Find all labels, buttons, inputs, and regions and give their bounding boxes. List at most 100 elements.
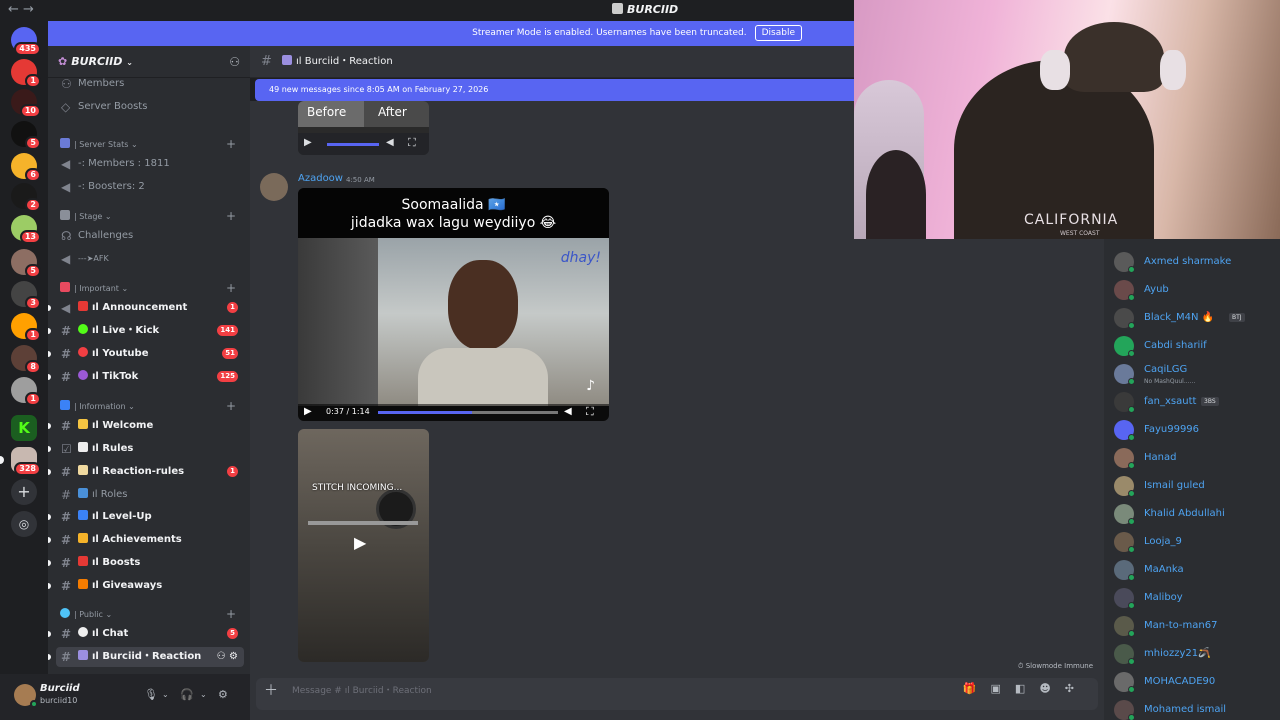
create-channel-icon[interactable]: +: [226, 399, 236, 413]
channel-level-up[interactable]: # ıl Level-Up: [48, 507, 244, 527]
microphone-icon[interactable]: 🎙: [144, 688, 158, 701]
channel-announcement[interactable]: ◀ ıl Announcement 1: [48, 298, 244, 318]
member-list-item[interactable]: mhiozzy21🪃: [1114, 644, 1280, 666]
play-icon[interactable]: ▶: [304, 406, 312, 417]
avatar[interactable]: [260, 173, 288, 201]
server-icon-3[interactable]: 5: [11, 121, 41, 150]
member-list-item[interactable]: CaqiLGG No MashQuul......: [1114, 364, 1280, 386]
channel-youtube[interactable]: # ıl Youtube 51: [48, 344, 244, 364]
stage-channel-challenges[interactable]: ☊ Challenges: [56, 226, 244, 246]
server-icon-11[interactable]: 1: [11, 377, 41, 406]
member-list-item[interactable]: fan_xsautt 3BS: [1114, 392, 1280, 414]
server-icon-5[interactable]: 2: [11, 183, 41, 212]
server-icon-8[interactable]: 3: [11, 281, 41, 310]
progress-track[interactable]: [378, 411, 558, 414]
play-icon[interactable]: ▶: [304, 137, 312, 148]
member-list-item[interactable]: Cabdi shariif: [1114, 336, 1280, 358]
create-channel-icon[interactable]: +: [226, 607, 236, 621]
member-list-item[interactable]: Ayub: [1114, 280, 1280, 302]
chevron-down-icon[interactable]: ⌄: [200, 690, 207, 699]
fullscreen-icon[interactable]: ⛶: [408, 136, 416, 150]
category-information[interactable]: | Information ⌄ +: [56, 399, 244, 414]
member-list-item[interactable]: Man-to-man67: [1114, 616, 1280, 638]
member-list-item[interactable]: Hanad: [1114, 448, 1280, 470]
server-icon-2[interactable]: 10: [11, 89, 41, 118]
discover-icon[interactable]: ◎: [11, 511, 37, 537]
emoji-icon[interactable]: ☻: [1039, 682, 1064, 695]
channel-burciid-reaction[interactable]: # ıl Burciid・Reaction ⚇ ⚙: [48, 647, 244, 667]
volume-icon[interactable]: ◀: [386, 137, 394, 148]
category-stage[interactable]: | Stage ⌄ +: [56, 209, 244, 224]
category-server-stats[interactable]: | Server Stats ⌄ +: [56, 137, 244, 152]
video-attachment-stitch[interactable]: STITCH INCOMING... ▶: [298, 429, 429, 662]
server-icon-current[interactable]: 328: [0, 447, 41, 476]
member-list-item[interactable]: Ismail guled: [1114, 476, 1280, 498]
server-badge: 328: [14, 462, 41, 476]
server-icon-7[interactable]: 5: [11, 249, 41, 278]
member-list-item[interactable]: Fayu99996: [1114, 420, 1280, 442]
member-list-item[interactable]: MaAnka: [1114, 560, 1280, 582]
channel-giveaways[interactable]: # ıl Giveaways: [48, 576, 244, 596]
fullscreen-icon[interactable]: ⛶: [586, 405, 594, 419]
member-list-item[interactable]: Axmed sharmake: [1114, 252, 1280, 274]
member-name: mhiozzy21🪃: [1144, 648, 1211, 659]
member-list-item[interactable]: Mohamed ismail: [1114, 700, 1280, 720]
chevron-down-icon[interactable]: ⌄: [162, 690, 169, 699]
server-icon-10[interactable]: 8: [11, 345, 41, 374]
member-list-item[interactable]: Maliboy: [1114, 588, 1280, 610]
channel-live-kick[interactable]: # ıl Live・Kick 141: [48, 321, 244, 341]
video-attachment-soomaalida[interactable]: Soomaalida 🇸🇴 jidadka wax lagu weydiiyo …: [298, 188, 609, 421]
attach-plus-icon[interactable]: ＋: [264, 680, 278, 700]
member-list-item[interactable]: Khalid Abdullahi: [1114, 504, 1280, 526]
user-settings-gear-icon[interactable]: ⚙: [218, 688, 228, 701]
member-list-item[interactable]: Black_M4N 🔥 BTJ: [1114, 308, 1280, 330]
server-icon-6[interactable]: 13: [11, 215, 41, 244]
channel-rules[interactable]: ☑ ıl Rules: [48, 439, 244, 459]
direct-messages-icon[interactable]: 435: [11, 27, 41, 56]
apps-icon[interactable]: ✣: [1065, 682, 1088, 695]
message-author[interactable]: Azadoow: [298, 173, 343, 184]
sidebar-item-server-boosts[interactable]: ◇ Server Boosts: [56, 97, 244, 117]
member-name: CaqiLGG: [1144, 364, 1188, 375]
channel-boosts[interactable]: # ıl Boosts: [48, 553, 244, 573]
sidebar-item-members[interactable]: ⚇ Members: [56, 74, 244, 94]
gif-icon[interactable]: ▣: [991, 682, 1015, 695]
create-channel-icon[interactable]: +: [226, 209, 236, 223]
channel-label: ıl Youtube: [92, 348, 149, 359]
voice-channel-afk[interactable]: ◀ ---➤AFK: [56, 249, 244, 269]
gift-icon[interactable]: 🎁: [963, 682, 991, 695]
shirt-text: CALIFORNIA: [1024, 212, 1119, 228]
sticker-icon[interactable]: ◧: [1015, 682, 1039, 695]
server-icon-4[interactable]: 6: [11, 153, 41, 182]
category-label: | Server Stats: [74, 140, 129, 149]
server-icon-1[interactable]: 1: [11, 59, 41, 88]
channel-achievements[interactable]: # ıl Achievements: [48, 530, 244, 550]
voice-channel-members[interactable]: ◀ -: Members : 1811: [56, 154, 244, 174]
voice-channel-boosters[interactable]: ◀ -: Boosters: 2: [56, 177, 244, 197]
category-important[interactable]: | Important ⌄ +: [56, 281, 244, 296]
member-list-item[interactable]: MOHACADE90: [1114, 672, 1280, 694]
kick-server-icon[interactable]: K: [11, 415, 37, 441]
channel-welcome[interactable]: # ıl Welcome: [48, 416, 244, 436]
create-channel-icon[interactable]: +: [226, 137, 236, 151]
message-input[interactable]: Message # ıl Burciid・Reaction: [292, 683, 432, 696]
channel-tiktok[interactable]: # ıl TikTok 125: [48, 367, 244, 387]
channel-settings-icon[interactable]: ⚇ ⚙: [217, 647, 238, 667]
progress-bar[interactable]: [327, 143, 379, 146]
new-messages-bar[interactable]: 49 new messages since 8:05 AM on Februar…: [255, 79, 854, 101]
channel-roles[interactable]: # ıl Roles: [56, 485, 244, 505]
channel-label: ıl Reaction-rules: [92, 466, 185, 477]
member-list-item[interactable]: Looja_9: [1114, 532, 1280, 554]
video-attachment-before-after[interactable]: Before After ▶ ◀ ⛶: [298, 101, 429, 155]
create-channel-icon[interactable]: +: [226, 281, 236, 295]
server-icon-9[interactable]: 1: [11, 313, 41, 342]
channel-reaction-rules[interactable]: # ıl Reaction-rules 1: [48, 462, 244, 482]
category-public[interactable]: | Public ⌄ +: [56, 607, 244, 622]
headphones-icon[interactable]: 🎧: [180, 688, 194, 701]
volume-icon[interactable]: ◀: [564, 406, 572, 417]
add-server-icon[interactable]: +: [11, 479, 37, 505]
play-icon[interactable]: ▶: [354, 533, 366, 552]
channel-chat[interactable]: # ıl Chat 5: [48, 624, 244, 644]
history-nav[interactable]: ← →: [8, 2, 34, 17]
disable-streamer-mode-button[interactable]: Disable: [754, 25, 802, 41]
